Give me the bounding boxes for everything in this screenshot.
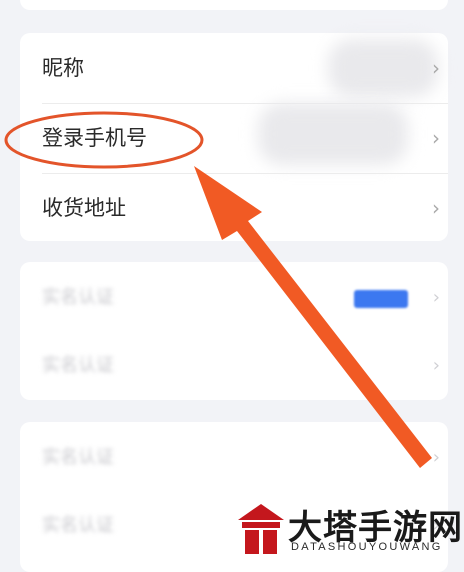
watermark-subtitle: DATASHOUYOUWANG [291,541,443,553]
annotation-overlay [4,111,432,468]
watermark-logo-icon [238,504,284,554]
highlight-circle [4,111,204,169]
arrow-icon [194,166,432,468]
